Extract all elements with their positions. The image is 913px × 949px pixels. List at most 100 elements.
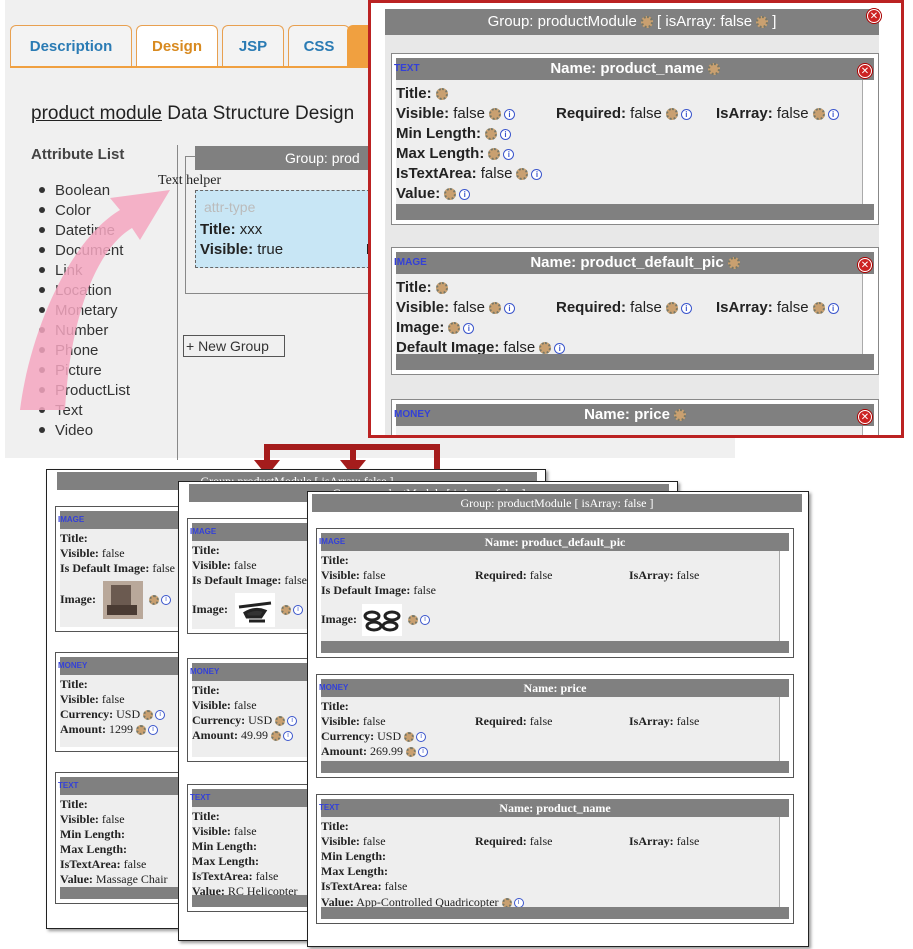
gear-icon[interactable] <box>271 731 282 742</box>
type-tag: TEXT <box>319 803 340 812</box>
row-isarray: IsArray: false <box>629 568 700 582</box>
row-amount: Amount: 49.99 i <box>192 728 294 743</box>
tab-design[interactable]: Design <box>136 25 218 67</box>
scrollbar[interactable] <box>779 817 789 907</box>
gear-icon[interactable] <box>640 16 653 29</box>
gear-icon[interactable] <box>275 716 286 727</box>
info-icon[interactable]: i <box>503 148 515 160</box>
gear-icon[interactable] <box>665 108 678 121</box>
row-title: Title: <box>396 84 448 104</box>
info-icon[interactable]: i <box>416 732 427 743</box>
card-footer <box>321 907 789 919</box>
info-icon[interactable]: i <box>503 108 515 120</box>
gear-icon[interactable] <box>448 322 461 335</box>
info-icon[interactable]: i <box>827 108 839 120</box>
info-icon[interactable]: i <box>554 342 566 354</box>
row-title: Title: <box>396 278 448 298</box>
row-required: Required: false <box>475 834 553 848</box>
row-currency: Currency: USD i <box>321 729 427 744</box>
row-min-length: Min Length: <box>321 849 387 863</box>
scrollbar[interactable] <box>779 551 789 641</box>
info-icon[interactable]: i <box>148 725 159 736</box>
gear-icon[interactable] <box>812 108 825 121</box>
scrollbar[interactable] <box>862 274 874 354</box>
info-icon[interactable]: i <box>463 322 475 334</box>
tab-css[interactable]: CSS <box>288 25 350 67</box>
scrollbar[interactable] <box>862 426 874 435</box>
row-visible: Visible: false i <box>396 104 515 124</box>
helper-title-row: Title: xxx <box>200 221 263 238</box>
tab-description[interactable]: Description <box>10 25 132 67</box>
gear-icon[interactable] <box>435 88 448 101</box>
info-icon[interactable]: i <box>680 108 692 120</box>
attr-card-product-name: Name: product_name TEXT ✕ Title: Visible… <box>391 53 879 225</box>
row-image: Image: i <box>60 579 171 620</box>
type-tag: IMAGE <box>58 515 85 524</box>
scrollbar[interactable] <box>862 80 874 204</box>
tab-jsp[interactable]: JSP <box>222 25 284 67</box>
row-title: Title: <box>60 677 88 691</box>
gear-icon[interactable] <box>488 108 501 121</box>
row-isarray: IsArray: false <box>629 714 700 728</box>
info-icon[interactable]: i <box>155 710 166 721</box>
row-required: Required: false <box>475 568 553 582</box>
gear-icon[interactable] <box>756 16 769 29</box>
info-icon[interactable]: i <box>161 595 171 606</box>
close-icon[interactable]: ✕ <box>858 64 872 78</box>
gear-icon[interactable] <box>136 725 147 736</box>
attr-helper-box[interactable]: attr-type Title: xxx Visible: true R <box>195 190 377 268</box>
gear-icon[interactable] <box>539 342 552 355</box>
gear-icon[interactable] <box>444 188 457 201</box>
gear-icon[interactable] <box>673 409 686 422</box>
gear-icon[interactable] <box>727 257 740 270</box>
row-value: Value: i <box>396 184 471 204</box>
info-icon[interactable]: i <box>503 302 515 314</box>
gear-icon[interactable] <box>406 747 417 758</box>
gear-icon[interactable] <box>488 148 501 161</box>
row-isarray: IsArray: false i <box>716 104 839 124</box>
info-icon[interactable]: i <box>283 731 294 742</box>
card-image: Name: product_default_pic IMAGE Title: V… <box>316 528 794 658</box>
gear-icon[interactable] <box>149 595 159 606</box>
type-tag: MONEY <box>319 683 349 692</box>
gear-icon[interactable] <box>665 302 678 315</box>
gear-icon[interactable] <box>408 615 418 626</box>
info-icon[interactable]: i <box>827 302 839 314</box>
close-icon[interactable]: ✕ <box>867 9 881 23</box>
info-icon[interactable]: i <box>459 188 471 200</box>
row-title: Title: <box>192 809 220 823</box>
row-visible: Visible: false <box>60 546 125 560</box>
gear-icon[interactable] <box>435 282 448 295</box>
info-icon[interactable]: i <box>499 128 511 140</box>
info-icon[interactable]: i <box>680 302 692 314</box>
scrollbar[interactable] <box>779 697 789 761</box>
row-visible: Visible: false <box>60 692 125 706</box>
info-icon[interactable]: i <box>293 605 303 616</box>
info-icon[interactable]: i <box>531 168 543 180</box>
popup-isarray: [ isArray: false <box>657 13 753 30</box>
type-tag: IMAGE <box>319 537 346 546</box>
type-tag: MONEY <box>394 409 431 420</box>
gear-icon[interactable] <box>281 605 291 616</box>
row-min-length: Min Length: <box>60 827 126 841</box>
gear-icon[interactable] <box>484 128 497 141</box>
product-image <box>362 604 402 637</box>
info-icon[interactable]: i <box>287 716 298 727</box>
close-icon[interactable]: ✕ <box>858 410 872 424</box>
card-body: Title: Visible: false Required: false Is… <box>321 697 789 773</box>
info-icon[interactable]: i <box>420 615 430 626</box>
close-icon[interactable]: ✕ <box>858 258 872 272</box>
gear-icon[interactable] <box>812 302 825 315</box>
gear-icon[interactable] <box>404 732 415 743</box>
row-visible: Visible: false <box>192 558 257 572</box>
gear-icon[interactable] <box>143 710 154 721</box>
attribute-item[interactable]: Video <box>55 420 130 440</box>
info-icon[interactable]: i <box>418 747 429 758</box>
row-title: Title: <box>60 531 88 545</box>
attr-card-price: Name: price MONEY ✕ <box>391 399 879 435</box>
card-footer <box>321 761 789 773</box>
gear-icon[interactable] <box>488 302 501 315</box>
row-amount: Amount: 1299 i <box>60 722 159 737</box>
gear-icon[interactable] <box>516 168 529 181</box>
gear-icon[interactable] <box>707 63 720 76</box>
